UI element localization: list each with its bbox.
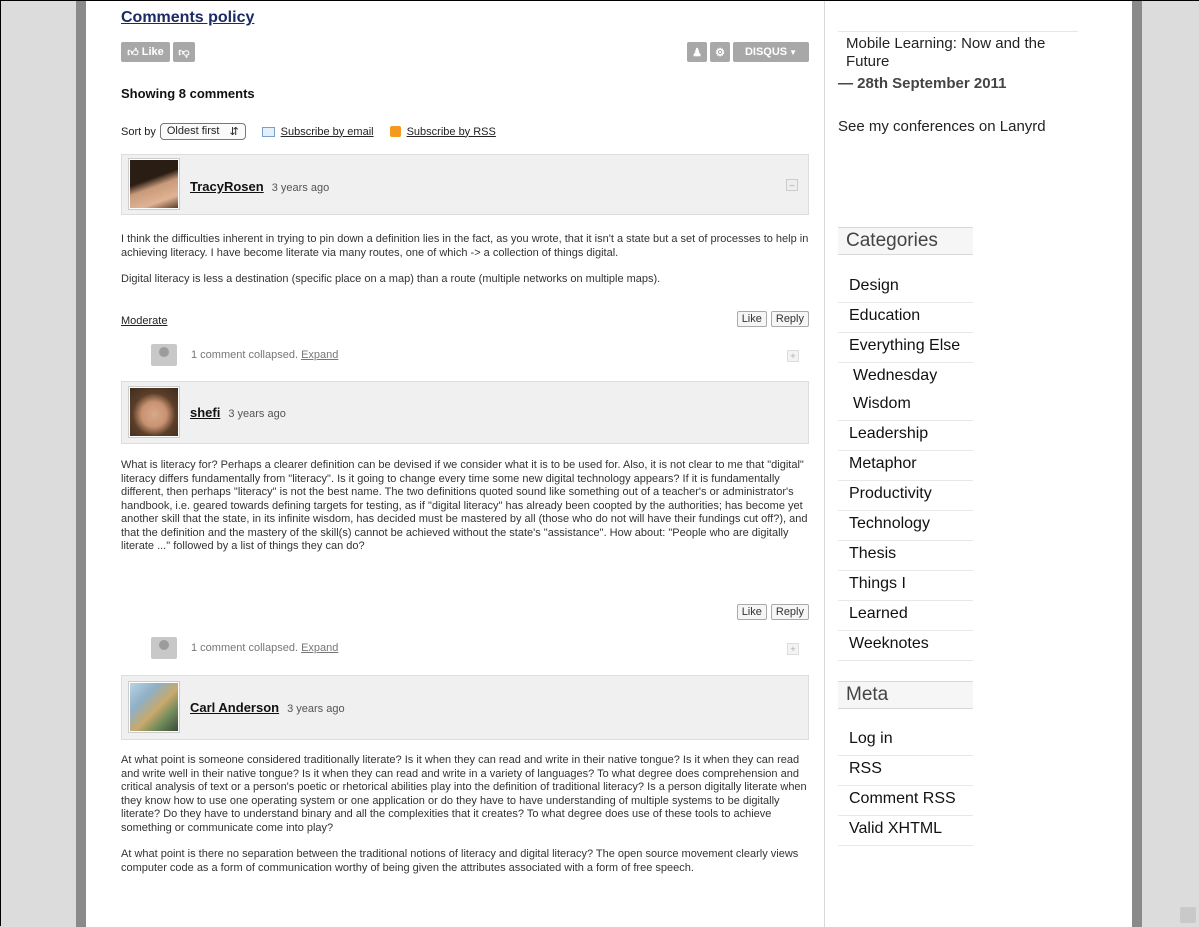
moderate-link[interactable]: Moderate: [121, 315, 167, 327]
resize-grip-icon[interactable]: [1180, 907, 1196, 923]
category-item[interactable]: Education: [838, 303, 973, 333]
meta-rss-link[interactable]: RSS: [838, 756, 973, 786]
comment-time: 3 years ago: [228, 408, 286, 420]
disqus-toolbar: ♟ ⚙ DISQUS ▼: [687, 42, 809, 62]
like-button[interactable]: Like: [736, 604, 767, 620]
conference-link[interactable]: Mobile Learning: Now and the Future: [838, 31, 1078, 71]
reply-button[interactable]: Reply: [770, 604, 809, 620]
default-avatar-icon: [151, 344, 177, 366]
like-thread-label: Like: [141, 46, 164, 58]
column-divider: [824, 1, 825, 927]
category-item[interactable]: Leadership: [838, 421, 973, 451]
categories-list: Design Education Everything Else Wednesd…: [838, 273, 973, 661]
category-item[interactable]: Wisdom: [838, 391, 973, 421]
comment-time: 3 years ago: [287, 703, 345, 715]
comment-paragraph: Digital literacy is less a destination (…: [121, 273, 661, 285]
disqus-logo: DISQUS: [744, 46, 788, 58]
user-account-button[interactable]: ♟: [687, 42, 707, 62]
comment-author-link[interactable]: shefi 3 years ago: [190, 405, 286, 420]
subscribe-rss-link[interactable]: Subscribe by RSS: [389, 125, 496, 138]
category-item[interactable]: Learned: [838, 601, 973, 631]
user-icon: ♟: [692, 46, 702, 59]
sort-label: Sort by: [121, 125, 156, 138]
collapsed-text: 1 comment collapsed.: [191, 642, 298, 654]
category-item[interactable]: Technology: [838, 511, 973, 541]
comment-paragraph: What is literacy for? Perhaps a clearer …: [121, 459, 808, 552]
disqus-menu-button[interactable]: DISQUS ▼: [733, 42, 809, 62]
collapsed-notice: 1 comment collapsed. Expand: [151, 344, 338, 366]
category-item[interactable]: Metaphor: [838, 451, 973, 481]
comment-header: shefi 3 years ago: [121, 381, 809, 444]
expand-link[interactable]: Expand: [301, 349, 338, 361]
sort-row: Sort by Oldest first ⇵ Subscribe by email…: [121, 123, 496, 140]
comment-author: Carl Anderson: [190, 700, 280, 715]
gear-icon: ⚙: [715, 46, 725, 59]
comment-paragraph: At what point is someone considered trad…: [121, 754, 807, 834]
page-content: Comments policy 👍︎ Like 👎︎ ♟ ⚙ DISQUS ▼ S…: [86, 1, 1132, 927]
sort-select[interactable]: Oldest first ⇵: [159, 123, 246, 140]
comments-policy-link[interactable]: Comments policy: [121, 9, 254, 27]
collapsed-text: 1 comment collapsed.: [191, 349, 298, 361]
expand-link[interactable]: Expand: [301, 642, 338, 654]
rss-icon: [389, 126, 401, 137]
collapse-icon[interactable]: –: [786, 179, 798, 191]
category-item[interactable]: Thesis: [838, 541, 973, 571]
category-item[interactable]: Productivity: [838, 481, 973, 511]
meta-login-link[interactable]: Log in: [838, 726, 973, 756]
chevron-down-icon: ▼: [789, 47, 798, 57]
page-margin-left: [1, 1, 76, 927]
lanyrd-link[interactable]: See my conferences on Lanyrd: [838, 118, 1046, 135]
comment-author: shefi: [190, 405, 221, 420]
comment-header: TracyRosen 3 years ago –: [121, 154, 809, 215]
comment-body: I think the difficulties inherent in try…: [121, 233, 811, 287]
meta-comment-rss-link[interactable]: Comment RSS: [838, 786, 973, 816]
category-item[interactable]: Things I: [838, 571, 973, 601]
collapsed-notice: 1 comment collapsed. Expand: [151, 637, 338, 659]
like-thread-button[interactable]: 👍︎ Like: [121, 42, 170, 62]
comment-time: 3 years ago: [271, 182, 330, 194]
settings-button[interactable]: ⚙: [710, 42, 730, 62]
category-item[interactable]: Weeknotes: [838, 631, 973, 661]
comment-paragraph: I think the difficulties inherent in try…: [121, 233, 809, 259]
comment-author-link[interactable]: Carl Anderson 3 years ago: [190, 700, 345, 715]
comment-author: TracyRosen: [190, 179, 264, 194]
avatar[interactable]: [128, 386, 180, 438]
subscribe-email-link[interactable]: Subscribe by email: [261, 125, 374, 138]
meta-title: Meta: [838, 681, 973, 709]
like-button[interactable]: Like: [736, 311, 767, 327]
subscribe-email-label: Subscribe by email: [280, 125, 374, 138]
expand-icon[interactable]: +: [787, 350, 799, 362]
comment-actions: Like Reply: [736, 311, 809, 327]
categories-title: Categories: [838, 227, 973, 255]
thumbs-up-icon: 👍︎: [127, 46, 139, 59]
updown-arrows-icon: ⇵: [229, 126, 239, 138]
comment-header: Carl Anderson 3 years ago: [121, 675, 809, 740]
meta-xhtml-link[interactable]: Valid XHTML: [838, 816, 973, 846]
conference-date: — 28th September 2011: [838, 75, 1007, 92]
expand-icon[interactable]: +: [787, 643, 799, 655]
avatar[interactable]: [128, 158, 180, 210]
meta-list: Log in RSS Comment RSS Valid XHTML: [838, 726, 973, 846]
comment-body: What is literacy for? Perhaps a clearer …: [121, 459, 811, 554]
subscribe-rss-label: Subscribe by RSS: [406, 125, 496, 138]
thumbs-down-icon: 👎︎: [178, 46, 190, 59]
page-border-left: [76, 1, 86, 927]
comment-body: At what point is someone considered trad…: [121, 754, 811, 875]
category-item[interactable]: Wednesday: [838, 363, 973, 391]
browser-frame: Comments policy 👍︎ Like 👎︎ ♟ ⚙ DISQUS ▼ S…: [0, 0, 1199, 927]
page-border-right: [1132, 1, 1142, 927]
comment-actions: Like Reply: [736, 604, 809, 620]
default-avatar-icon: [151, 637, 177, 659]
avatar[interactable]: [128, 681, 180, 733]
comment-count: Showing 8 comments: [121, 86, 255, 101]
category-item[interactable]: Design: [838, 273, 973, 303]
comment-author-link[interactable]: TracyRosen 3 years ago: [190, 179, 329, 194]
page-margin-right: [1142, 1, 1199, 927]
dislike-thread-button[interactable]: 👎︎: [173, 42, 195, 62]
sort-value: Oldest first: [166, 125, 220, 137]
envelope-icon: [261, 126, 275, 137]
reply-button[interactable]: Reply: [770, 311, 809, 327]
category-item[interactable]: Everything Else: [838, 333, 973, 363]
comment-paragraph: At what point is there no separation bet…: [121, 848, 799, 874]
